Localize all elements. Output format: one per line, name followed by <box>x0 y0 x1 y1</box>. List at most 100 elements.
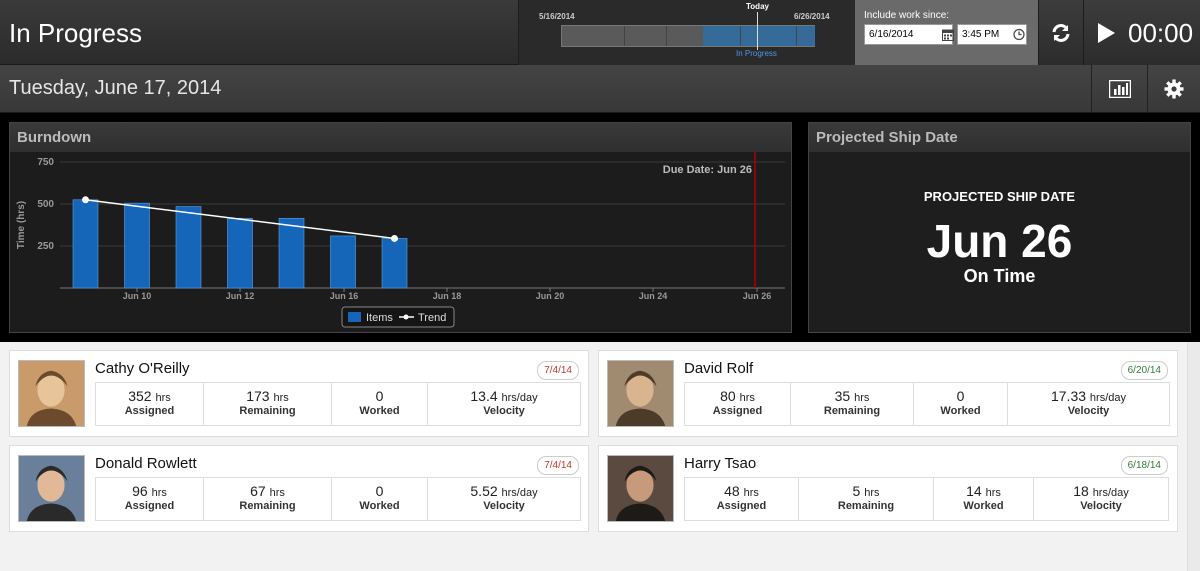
unit-label: hrs/day <box>1089 392 1126 404</box>
worked-label: Worked <box>940 405 981 417</box>
clock-icon[interactable] <box>1013 28 1025 41</box>
person-card[interactable]: Donald Rowlett 7/4/14 96 hrs Assigned 67… <box>9 445 589 532</box>
unit-label: hrs/day <box>1092 487 1129 499</box>
person-name[interactable]: Cathy O'Reilly <box>95 360 190 377</box>
timer-display: 00:00 <box>1128 18 1194 48</box>
unit-label: hrs <box>155 392 171 404</box>
stat-worked: 0 Worked <box>914 383 1008 425</box>
velocity-label: Velocity <box>483 500 525 512</box>
x-tick-label: Jun 26 <box>743 291 772 301</box>
timeline-end-label: 6/26/2014 <box>794 12 830 21</box>
velocity-value: 17.33 <box>1050 388 1087 404</box>
remaining-value: 173 <box>246 388 270 404</box>
timeline-segment <box>796 26 797 46</box>
include-work-since: Include work since: 6/16/2014 3:45 PM <box>855 0 1038 65</box>
timeline-slider[interactable]: 5/16/2014 6/26/2014 Today In Progress <box>518 0 855 65</box>
remaining-label: Remaining <box>239 500 296 512</box>
ship-panel-body: PROJECTED SHIP DATE Jun 26 On Time <box>809 152 1190 332</box>
scrollbar[interactable] <box>1187 342 1200 571</box>
assigned-value: 352 <box>128 388 152 404</box>
person-name[interactable]: David Rolf <box>684 360 753 377</box>
remaining-label: Remaining <box>823 405 881 417</box>
person-card[interactable]: Cathy O'Reilly 7/4/14 352 hrs Assigned 1… <box>9 350 589 437</box>
play-timer-button[interactable]: 00:00 <box>1083 0 1200 65</box>
unit-label: hrs <box>864 487 880 499</box>
stat-remaining: 35 hrs Remaining <box>791 383 914 425</box>
assigned-value: 96 <box>132 483 148 499</box>
worked-label: Worked <box>359 405 400 417</box>
chart-view-button[interactable] <box>1091 65 1147 113</box>
since-label: Include work since: <box>864 10 950 21</box>
burndown-chart: 250 500 750 Time (hrs) Jun 10 Jun 12 Jun 16 Jun… <box>16 152 785 328</box>
assigned-label: Assigned <box>124 500 175 512</box>
calendar-icon[interactable] <box>942 28 954 41</box>
chart-bar <box>124 202 150 289</box>
assigned-value: 80 <box>720 388 736 404</box>
person-card[interactable]: Harry Tsao 6/18/14 48 hrs Assigned 5 hrs… <box>598 445 1178 532</box>
x-tick-label: Jun 10 <box>123 291 152 301</box>
chart-bar <box>330 235 356 289</box>
y-axis-label: Time (hrs) <box>16 201 27 249</box>
x-tick-label: Jun 24 <box>639 291 668 301</box>
avatar <box>607 455 674 522</box>
worked-value: 0 <box>375 388 384 404</box>
x-tick-label: Jun 16 <box>330 291 359 301</box>
play-icon <box>1098 23 1115 43</box>
stat-assigned: 352 hrs Assigned <box>96 383 204 425</box>
legend-trend-label: Trend <box>418 312 446 324</box>
unit-label: hrs/day <box>501 487 538 499</box>
remaining-value: 5 <box>852 483 861 499</box>
unit-label: hrs <box>985 487 1001 499</box>
worked-value: 0 <box>956 388 965 404</box>
stat-velocity: 5.52 hrs/day Velocity <box>428 478 580 520</box>
due-date-badge: 7/4/14 <box>537 456 579 475</box>
velocity-label: Velocity <box>483 405 525 417</box>
burndown-panel: Burndown 250 500 750 Time (hrs) Jun 10 Jun 12… <box>9 122 792 333</box>
refresh-button[interactable] <box>1038 0 1083 65</box>
legend-trend-marker <box>403 314 409 320</box>
person-name[interactable]: Harry Tsao <box>684 455 756 472</box>
settings-button[interactable] <box>1147 65 1200 113</box>
timeline-today-label: Today <box>746 2 769 11</box>
current-date: Tuesday, June 17, 2014 <box>9 77 222 99</box>
velocity-value: 13.4 <box>470 388 498 404</box>
ship-date-status: On Time <box>963 266 1036 286</box>
ship-date-label: PROJECTED SHIP DATE <box>923 189 1076 204</box>
trend-point <box>82 196 89 204</box>
remaining-value: 35 <box>834 388 851 404</box>
unit-label: hrs <box>151 487 167 499</box>
unit-label: hrs <box>739 392 755 404</box>
since-date-input[interactable]: 6/16/2014 <box>864 24 954 45</box>
worked-label: Worked <box>359 500 400 512</box>
since-time-input[interactable]: 3:45 PM <box>957 24 1027 45</box>
burndown-title: Burndown <box>10 123 791 152</box>
trend-point <box>391 234 398 242</box>
stat-remaining: 5 hrs Remaining <box>799 478 934 520</box>
person-stats: 80 hrs Assigned 35 hrs Remaining 0 Worke… <box>684 382 1170 426</box>
unit-label: hrs <box>854 392 870 404</box>
projected-ship-date-panel: Projected Ship Date PROJECTED SHIP DATE … <box>808 122 1191 333</box>
person-stats: 48 hrs Assigned 5 hrs Remaining 14 hrs W… <box>684 477 1169 521</box>
stat-velocity: 13.4 hrs/day Velocity <box>428 383 580 425</box>
stat-assigned: 96 hrs Assigned <box>96 478 204 520</box>
remaining-label: Remaining <box>837 500 895 512</box>
stat-worked: 0 Worked <box>332 478 428 520</box>
legend-items-label: Items <box>366 312 393 324</box>
chart-bar <box>278 217 305 289</box>
person-name[interactable]: Donald Rowlett <box>95 455 197 472</box>
stat-worked: 0 Worked <box>332 383 428 425</box>
worked-value: 14 <box>966 483 982 499</box>
worked-value: 0 <box>375 483 384 499</box>
chart-bar <box>227 217 253 289</box>
timeline-today-marker <box>757 12 758 50</box>
x-tick-label: Jun 18 <box>433 291 462 301</box>
timeline-track[interactable] <box>561 25 815 47</box>
ship-date-value: Jun 26 <box>926 215 1073 267</box>
assigned-label: Assigned <box>716 500 767 512</box>
since-date-value: 6/16/2014 <box>869 29 914 40</box>
person-stats: 96 hrs Assigned 67 hrs Remaining 0 Worke… <box>95 477 581 521</box>
unit-label: hrs <box>269 487 285 499</box>
timeline-selection-range[interactable] <box>703 26 815 46</box>
assigned-label: Assigned <box>124 405 175 417</box>
person-card[interactable]: David Rolf 6/20/14 80 hrs Assigned 35 hr… <box>598 350 1178 437</box>
